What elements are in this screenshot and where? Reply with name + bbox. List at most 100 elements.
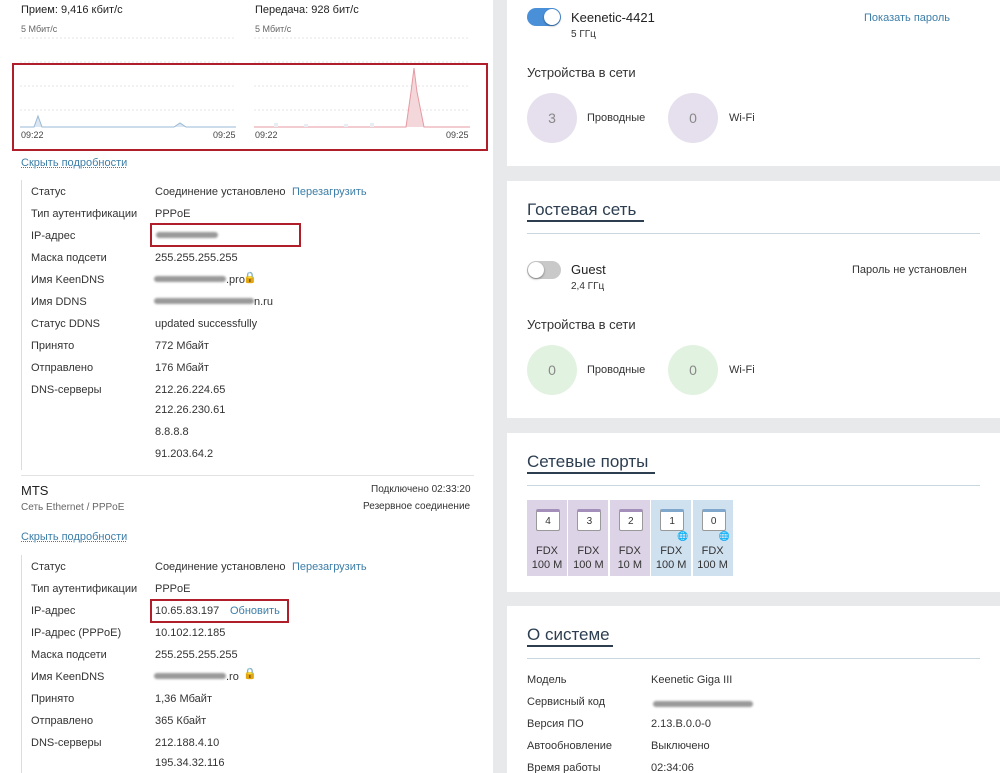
guest-wired-count[interactable]: 0 — [527, 345, 577, 395]
port-duplex: FDX — [618, 545, 641, 557]
detail-value: .pro — [226, 274, 245, 286]
port-2[interactable]: 2 FDX 10 M — [609, 500, 651, 576]
port-speed: 100 M — [573, 559, 604, 571]
mts-restart-link[interactable]: Перезагрузить — [292, 561, 367, 573]
port-0[interactable]: 0 🌐 FDX 100 M — [692, 500, 734, 576]
port-duplex: FDX — [577, 545, 600, 557]
detail-key: Отправлено — [31, 362, 94, 374]
detail-value: 212.188.4.10 — [155, 737, 220, 749]
ports-title-underline — [527, 472, 655, 474]
port-number: 1 — [669, 516, 675, 527]
globe-icon: 🌐 — [718, 531, 730, 541]
guest-toggle[interactable] — [527, 261, 561, 279]
mts-status: Подключено 02:33:20 — [371, 484, 471, 495]
port-duplex: FDX — [660, 545, 683, 557]
detail-key: Статус — [31, 561, 66, 573]
system-panel: О системе Модель Keenetic Giga III Сервисн… — [507, 606, 1000, 773]
wifi-wired-count[interactable]: 3 — [527, 93, 577, 143]
conn1-restart-link[interactable]: Перезагрузить — [292, 186, 367, 198]
guest-panel: Гостевая сеть Guest 2,4 ГГц Пароль не ус… — [507, 181, 1000, 418]
wifi-band: 5 ГГц — [571, 29, 596, 40]
guest-devices-title: Устройства в сети — [527, 317, 636, 332]
wifi-toggle[interactable] — [527, 8, 561, 26]
port-duplex: FDX — [536, 545, 558, 557]
charts-highlight — [12, 63, 488, 151]
ddns-redacted — [154, 298, 254, 304]
detail-value: 1,36 Мбайт — [155, 693, 212, 705]
guest-ssid: Guest — [571, 262, 606, 277]
mts-details-line — [21, 555, 22, 773]
show-password-link[interactable]: Показать пароль — [864, 12, 950, 24]
detail-value: updated successfully — [155, 318, 258, 330]
detail-value: 212.26.224.65 — [155, 384, 226, 396]
port-speed: 100 M — [697, 559, 728, 571]
system-key: Автообновление — [527, 740, 613, 752]
wifi-devices-title: Устройства в сети — [527, 65, 636, 80]
port-speed: 10 M — [617, 559, 643, 571]
detail-value: n.ru — [254, 296, 273, 308]
wifi-wireless-count[interactable]: 0 — [668, 93, 718, 143]
guest-wireless-label: Wi-Fi — [729, 364, 755, 376]
wifi-wired-label: Проводные — [587, 112, 646, 124]
detail-key: DNS-серверы — [31, 737, 102, 749]
port-number: 4 — [545, 516, 551, 527]
tx-rate-label: Передача: 928 бит/с — [255, 4, 359, 16]
detail-key: Отправлено — [31, 715, 94, 727]
detail-key: Тип аутентификации — [31, 208, 138, 220]
tx-scale: 5 Мбит/с — [255, 24, 292, 34]
service-code-redacted — [653, 701, 753, 707]
detail-key: IP-адрес — [31, 230, 76, 242]
system-value: Keenetic Giga III — [651, 674, 733, 686]
port-number: 2 — [628, 516, 634, 527]
system-key: Сервисный код — [527, 696, 606, 708]
mts-role: Резервное соединение — [363, 501, 471, 512]
detail-value: 365 Кбайт — [155, 715, 207, 727]
ethernet-port-icon: 0 🌐 — [701, 509, 730, 541]
mts-name: MTS — [21, 483, 49, 498]
system-key: Версия ПО — [527, 718, 584, 730]
detail-key: IP-адрес — [31, 605, 76, 617]
mts-keendns-redacted — [154, 673, 226, 679]
hide-details-link[interactable]: Скрыть подробности — [21, 157, 127, 169]
system-title: О системе — [527, 625, 610, 644]
detail-key: Принято — [31, 340, 75, 352]
detail-value: 772 Мбайт — [155, 340, 209, 352]
detail-value: 255.255.255.255 — [155, 649, 238, 661]
ethernet-port-icon: 4 — [536, 509, 560, 531]
wifi-panel: Keenetic-4421 5 ГГц Показать пароль Устр… — [507, 0, 1000, 166]
guest-wireless-count[interactable]: 0 — [668, 345, 718, 395]
port-3[interactable]: 3 FDX 100 M — [568, 500, 610, 576]
ports-divider — [527, 485, 980, 486]
ports-title: Сетевые порты — [527, 452, 649, 471]
detail-value: PPPoE — [155, 583, 191, 595]
ethernet-port-icon: 3 — [577, 509, 602, 531]
detail-value: 255.255.255.255 — [155, 252, 238, 264]
ethernet-port-icon: 2 — [618, 509, 643, 531]
detail-value: 10.102.12.185 — [155, 627, 226, 639]
detail-key: Принято — [31, 693, 75, 705]
system-key: Время работы — [527, 762, 601, 773]
guest-password-status: Пароль не установлен — [852, 264, 967, 276]
detail-key: DNS-серверы — [31, 384, 102, 396]
detail-key: Тип аутентификации — [31, 583, 138, 595]
system-key: Модель — [527, 674, 567, 686]
detail-key: Маска подсети — [31, 649, 107, 661]
dns-server-4: 91.203.64.2 — [155, 448, 214, 460]
port-duplex: FDX — [701, 545, 724, 557]
detail-value: Соединение установлено — [155, 186, 286, 198]
system-value: Выключено — [651, 740, 710, 752]
port-1[interactable]: 1 🌐 FDX 100 M — [651, 500, 693, 576]
system-value: 02:34:06 — [651, 762, 694, 773]
mts-hide-details-link[interactable]: Скрыть подробности — [21, 531, 127, 543]
rx-scale: 5 Мбит/с — [21, 24, 58, 34]
port-4[interactable]: 4 FDX 100 M — [527, 500, 568, 576]
mts-lock-icon: 🔒 — [243, 668, 257, 680]
detail-key: Имя DDNS — [31, 296, 87, 308]
detail-key: Статус — [31, 186, 66, 198]
port-speed: 100 M — [531, 559, 563, 571]
port-speed: 100 M — [655, 559, 687, 571]
ethernet-port-icon: 1 🌐 — [660, 509, 688, 541]
detail-key: Имя KeenDNS — [31, 671, 105, 683]
detail-key: IP-адрес (PPPoE) — [31, 627, 122, 639]
dns-server-3: 8.8.8.8 — [155, 426, 189, 438]
